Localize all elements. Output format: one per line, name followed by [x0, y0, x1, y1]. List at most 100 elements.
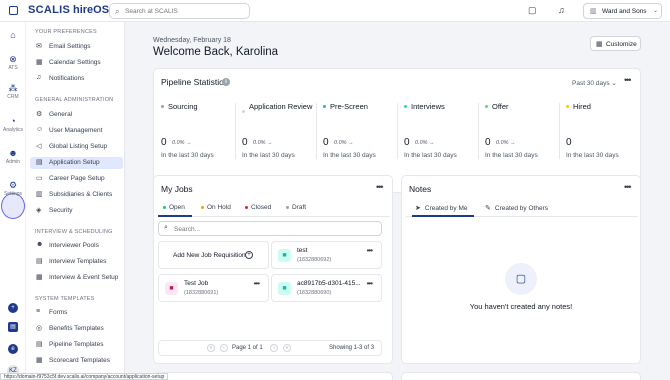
period-select[interactable]: Past 30 days ⌄: [572, 79, 617, 87]
menu-item-global-listing-setup[interactable]: ◁ Global Listing Setup: [30, 141, 123, 153]
crm-icon: ⁂: [8, 83, 18, 93]
tab-on-hold[interactable]: On Hold: [201, 204, 231, 211]
menu-item-email-settings[interactable]: ✉ Email Settings: [30, 41, 123, 53]
form-icon: ≡: [36, 308, 41, 315]
stage-dot: [161, 105, 164, 108]
job-card[interactable]: ■ ac8917b5-d301-415... (1832880690) •••: [271, 274, 382, 302]
menu-item-user-management[interactable]: ☺ User Management: [30, 125, 123, 137]
bell-icon: ♫: [36, 74, 42, 81]
page-icon: ▭: [36, 175, 43, 182]
menu-item-general[interactable]: ⚙ General: [30, 109, 123, 121]
search-icon: ⌕: [164, 224, 168, 231]
showing-count: Showing 1-3 of 3: [329, 345, 375, 351]
job-card[interactable]: ■ Test Job (1832880691) •••: [158, 274, 269, 302]
more-options-icon[interactable]: •••: [367, 279, 373, 288]
menu-item-benefits-templates[interactable]: ◎ Benefits Templates: [30, 323, 123, 335]
chat-icon[interactable]: ▢: [528, 5, 537, 16]
tab-closed[interactable]: Closed: [245, 204, 271, 211]
my-jobs-card: My Jobs ••• Open On Hold Closed Draft ⌕ …: [153, 175, 393, 364]
menu-item-notifications[interactable]: ♫ Notifications: [30, 73, 123, 85]
rail-item-analytics[interactable]: ◔ Analytics: [0, 116, 26, 133]
tab-open[interactable]: Open: [163, 204, 185, 211]
menu-item-forms[interactable]: ≡ Forms: [30, 307, 123, 319]
search-icon: ⌕: [115, 7, 120, 16]
sidebar-toggle-icon[interactable]: [9, 6, 18, 15]
company-switcher[interactable]: ▥ Ward and Sons ⌄: [583, 3, 662, 19]
stage-dot: [323, 105, 326, 108]
more-options-icon[interactable]: •••: [254, 279, 260, 288]
rail-item-ats[interactable]: ⊗ ATS: [0, 54, 26, 71]
prev-page-icon[interactable]: ‹: [220, 344, 228, 352]
template-icon: ▤: [36, 258, 43, 265]
document-icon: ▤: [36, 159, 43, 166]
last-page-icon[interactable]: »: [283, 344, 291, 352]
menu-item-security[interactable]: ◈ Security: [30, 205, 123, 217]
company-name: Ward and Sons: [602, 8, 647, 15]
rail-item-settings[interactable]: ⚙ Settings: [0, 180, 26, 197]
more-options-icon[interactable]: •••: [624, 75, 632, 85]
customize-button[interactable]: ▦ Customize: [590, 36, 641, 51]
stage-sourcing: Sourcing 0 0.0% → In the last 30 days: [161, 102, 214, 159]
menu-item-application-setup[interactable]: ▤ Application Setup: [30, 157, 123, 169]
next-page-icon[interactable]: ›: [270, 344, 278, 352]
more-options-icon[interactable]: •••: [624, 182, 632, 192]
contacts-icon[interactable]: ▤: [8, 322, 18, 332]
menu-section-title: GENERAL ADMINISTRATION: [35, 97, 114, 103]
info-icon[interactable]: i: [222, 78, 230, 86]
more-options-icon[interactable]: •••: [367, 246, 373, 255]
first-page-icon[interactable]: «: [207, 344, 215, 352]
menu-item-interview-event-setup[interactable]: ▦ Interview & Event Setup: [30, 272, 123, 284]
edit-icon: ✎: [485, 205, 491, 212]
next-card: [401, 372, 641, 380]
more-options-icon[interactable]: •••: [376, 182, 384, 192]
tab-created-by-me[interactable]: ➤ Created by Me: [415, 204, 468, 212]
users-icon: ☻: [36, 241, 44, 248]
settings-menu: YOUR PREFERENCES ✉ Email Settings ▦ Calend…: [26, 22, 125, 380]
stage-offer: Offer 0 0.0% → In the last 30 days: [485, 102, 538, 159]
card-title: Pipeline Statistics: [161, 77, 228, 87]
pagination: « ‹ Page 1 of 1 › » Showing 1-3 of 3: [158, 340, 382, 356]
job-search-input[interactable]: [174, 224, 364, 234]
status-url: https://domain-f9753c5f.dev.scalis.ai/co…: [0, 373, 169, 380]
job-card[interactable]: ■ test (1832880692) •••: [271, 241, 382, 269]
bell-icon[interactable]: ♫: [558, 5, 565, 15]
menu-item-interviewer-pools[interactable]: ☻ Interviewer Pools: [30, 240, 123, 252]
mail-icon: ✉: [36, 43, 42, 50]
ats-icon: ⊗: [9, 54, 17, 64]
tab-created-by-others[interactable]: ✎ Created by Others: [485, 204, 548, 212]
note-icon: ▢: [505, 263, 537, 295]
briefcase-icon: ■: [165, 282, 178, 295]
menu-item-interview-templates[interactable]: ▤ Interview Templates: [30, 256, 123, 268]
product-name: hireOS: [73, 4, 110, 16]
status-dot: [163, 205, 166, 209]
menu-item-calendar-settings[interactable]: ▦ Calendar Settings: [30, 57, 123, 69]
global-search[interactable]: ⌕: [109, 3, 250, 19]
bookmark-icon: ⌂: [10, 30, 16, 40]
menu-item-career-page-setup[interactable]: ▭ Career Page Setup: [30, 173, 123, 185]
global-search-input[interactable]: [125, 6, 245, 16]
status-dot: [201, 205, 204, 209]
menu-item-subsidiaries-clients[interactable]: ▥ Subsidiaries & Clients: [30, 189, 123, 201]
stage-interviews: Interviews 0 0.0% → In the last 30 days: [404, 102, 457, 159]
user-icon: ☺: [36, 126, 44, 133]
add-icon[interactable]: +: [8, 303, 18, 313]
rail-item-crm[interactable]: ⁂ CRM: [0, 83, 26, 100]
menu-item-scorecard-templates[interactable]: ▦ Scorecard Templates: [30, 355, 123, 367]
page-title: Welcome Back, Karolina: [153, 46, 279, 58]
brand-logo[interactable]: SCALIS: [28, 4, 70, 16]
shield-icon: ◈: [36, 207, 42, 214]
menu-section-title: INTERVIEW & SCHEDULING: [35, 229, 113, 235]
add-job-requisition-button[interactable]: Add New Job Requisition +: [158, 241, 269, 269]
rail-item-home[interactable]: ⌂: [0, 30, 26, 40]
notes-tabs: ➤ Created by Me ✎ Created by Others: [406, 200, 638, 217]
menu-item-pipeline-templates[interactable]: ▤ Pipeline Templates: [30, 339, 123, 351]
rail-item-admin[interactable]: ☻ Admin: [0, 148, 26, 165]
help-icon[interactable]: e: [8, 344, 18, 354]
divider: [559, 103, 560, 159]
users-icon: ☻: [8, 148, 18, 158]
divider: [235, 103, 236, 159]
tab-draft[interactable]: Draft: [286, 204, 306, 211]
active-tab-indicator: [158, 215, 192, 217]
card-title: My Jobs: [161, 184, 193, 194]
job-search[interactable]: ⌕: [158, 221, 382, 236]
